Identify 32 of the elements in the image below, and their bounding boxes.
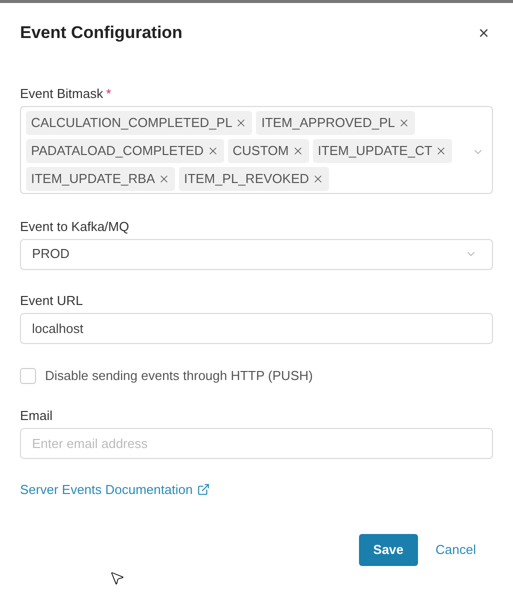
remove-icon[interactable]: [206, 144, 219, 156]
save-button[interactable]: Save: [359, 534, 418, 566]
tag-chip: ITEM_APPROVED_PL: [256, 110, 415, 134]
tag-chip: ITEM_PL_REVOKED: [179, 166, 330, 190]
url-field[interactable]: localhost: [20, 312, 493, 344]
field-label: Event URL: [20, 292, 84, 308]
email-field[interactable]: Enter email address: [20, 428, 493, 458]
documentation-link[interactable]: Server Events Documentation: [20, 482, 193, 498]
remove-icon[interactable]: [292, 144, 304, 156]
remove-icon[interactable]: [435, 144, 448, 156]
dropdown-field[interactable]: PROD: [20, 238, 493, 270]
remove-icon[interactable]: [158, 172, 170, 184]
remove-icon[interactable]: [312, 172, 324, 184]
remove-icon[interactable]: [235, 116, 248, 128]
field-label: Event Bitmask: [20, 86, 104, 100]
cancel-button[interactable]: Cancel: [436, 540, 476, 560]
remove-icon[interactable]: [398, 116, 410, 128]
tag-chip: ITEM_UPDATE_CT: [312, 138, 452, 162]
tag-chip: CUSTOM: [228, 138, 309, 162]
close-button[interactable]: ×: [478, 24, 489, 42]
tag-chip: CALCULATION_COMPLETED_PL: [26, 110, 252, 134]
mouse-cursor-icon: [109, 570, 125, 586]
required-asterisk: *: [106, 86, 112, 100]
tag-chip: PADATALOAD_COMPLETED: [26, 138, 224, 162]
checkbox[interactable]: [20, 368, 36, 384]
external-link-icon[interactable]: [196, 483, 210, 496]
checkbox-label: Disable sending events through HTTP (PUSH): [45, 368, 313, 384]
tag-chip: ITEM_UPDATE_RBA: [26, 166, 176, 190]
dialog-title: Event Configuration: [20, 22, 182, 44]
multi-select-field[interactable]: CALCULATION_COMPLETED_PL ITEM_APPROVED_PL PADATALOAD_COMPLETED CUSTOM ITEM_UPDATE_CT ITEM_UPDATE_RBA ITEM_PL_REVOKED: [20, 106, 493, 194]
field-label: Event to Kafka/MQ: [20, 218, 130, 234]
field-label: Email: [20, 408, 54, 422]
